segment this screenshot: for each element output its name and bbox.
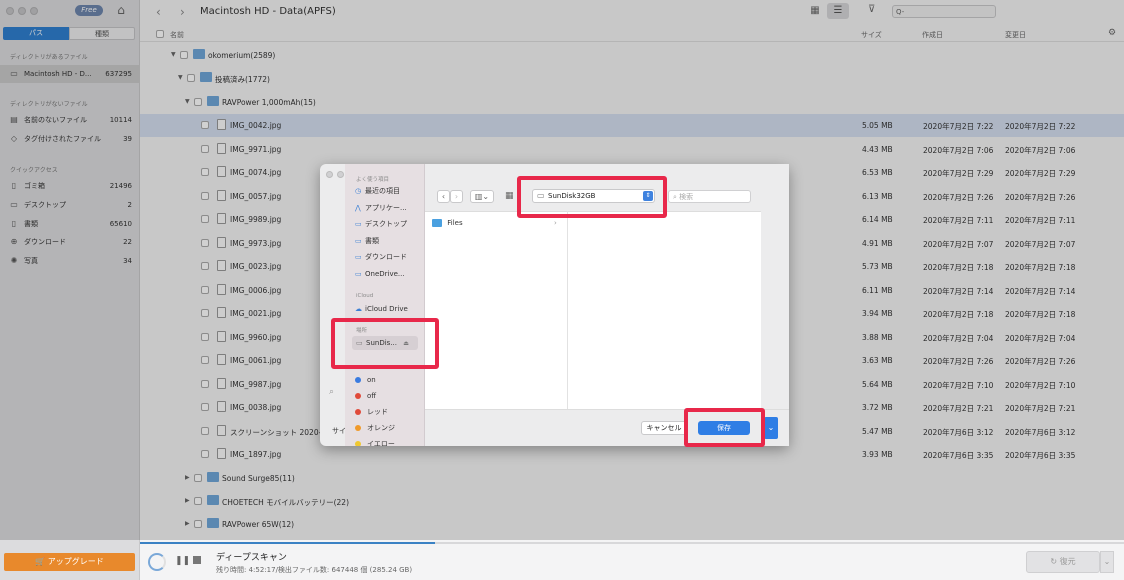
folder-label: Files	[447, 219, 463, 227]
tag-dot-icon	[355, 409, 361, 415]
item-label: レッド	[367, 408, 388, 416]
restore-label: 復元	[1059, 557, 1076, 566]
scan-status: 残り時間: 4:52:17/検出ファイル数: 647448 個 (285.24 …	[216, 566, 413, 574]
dialog-minimize-light[interactable]	[337, 171, 344, 178]
dialog-close-light[interactable]	[326, 171, 333, 178]
tag-dot-icon	[355, 377, 361, 383]
upgrade-label: アップグレード	[47, 557, 104, 566]
sidebar-item-tag[interactable]: オレンジ	[355, 421, 395, 435]
item-label: iCloud Drive	[365, 305, 408, 313]
grid-icon[interactable]: ▦	[505, 191, 514, 201]
folder-icon	[432, 219, 442, 227]
restore-dropdown[interactable]: ⌄	[1100, 551, 1114, 573]
highlight-sundisk	[331, 318, 439, 369]
spinner-icon	[148, 553, 166, 571]
sidebar-item-favorite[interactable]: ⋀ アプリケー...	[355, 201, 407, 215]
sidebar-item-tag[interactable]: レッド	[355, 405, 388, 419]
restore-button[interactable]: ↻ 復元	[1026, 551, 1100, 573]
section-icloud: iCloud	[356, 293, 374, 299]
format-dropdown[interactable]: ⌄	[764, 417, 778, 439]
item-label: 書類	[365, 237, 379, 245]
upgrade-button[interactable]: 🛒 アップグレード	[4, 553, 135, 571]
search-icon: ⌕	[673, 193, 677, 201]
item-label: デスクトップ	[365, 220, 407, 228]
sidebar-item-favorite[interactable]: ▭ OneDrive...	[355, 267, 405, 281]
sidebar-item-tag[interactable]: on	[355, 373, 376, 387]
column-view-button[interactable]: ▥⌄	[470, 190, 494, 203]
sidebar-item-favorite[interactable]: ◷ 最近の項目	[355, 184, 400, 198]
dialog-left-label: サイ	[332, 427, 346, 435]
sidebar-item-favorite[interactable]: ▭ ダウンロード	[355, 250, 407, 264]
item-label: OneDrive...	[365, 270, 405, 278]
scan-progress-bar	[140, 542, 435, 544]
sidebar-item-tag[interactable]: イエロー	[355, 437, 395, 446]
section-favorites: よく使う項目	[356, 177, 390, 183]
sidebar-item-icloud-drive[interactable]: ☁ iCloud Drive	[355, 302, 408, 316]
download-icon: ▭	[355, 253, 362, 261]
item-label: off	[367, 392, 377, 400]
dialog-back-button[interactable]: ‹	[437, 190, 450, 203]
pause-icon[interactable]: ❚❚	[175, 556, 190, 566]
chevron-right-icon: ›	[554, 219, 557, 227]
highlight-save	[684, 408, 765, 447]
highlight-location	[517, 176, 667, 218]
cancel-button[interactable]: キャンセル	[641, 421, 687, 435]
item-label: オレンジ	[367, 424, 395, 432]
folder-icon: ▭	[355, 237, 362, 245]
restore-icon: ↻	[1050, 557, 1058, 566]
search-placeholder: 検索	[679, 193, 694, 201]
cloud-icon: ☁	[355, 305, 362, 313]
clock-icon: ◷	[355, 187, 362, 195]
folder-item-files[interactable]: Files ›	[432, 219, 557, 227]
desktop-icon: ▭	[355, 220, 362, 228]
item-label: 最近の項目	[365, 187, 400, 195]
search-icon: ⌕	[329, 387, 335, 397]
item-label: イエロー	[367, 440, 395, 446]
folder-icon: ▭	[355, 270, 362, 278]
stop-icon[interactable]	[193, 556, 201, 564]
dialog-forward-button[interactable]: ›	[450, 190, 463, 203]
tag-dot-icon	[355, 393, 361, 399]
sidebar-item-tag[interactable]: off	[355, 389, 376, 403]
item-label: アプリケー...	[365, 204, 407, 212]
scan-title: ディープスキャン	[216, 553, 287, 563]
cart-icon: 🛒	[35, 557, 46, 566]
dialog-search-input[interactable]: ⌕ 検索	[668, 190, 751, 203]
item-label: ダウンロード	[365, 253, 407, 261]
item-label: on	[367, 376, 376, 384]
sidebar-item-favorite[interactable]: ▭ 書類	[355, 234, 379, 248]
sidebar-item-favorite[interactable]: ▭ デスクトップ	[355, 217, 407, 231]
tag-dot-icon	[355, 425, 361, 431]
tag-dot-icon	[355, 441, 361, 446]
browser-column	[425, 211, 568, 409]
apps-icon: ⋀	[355, 204, 361, 212]
